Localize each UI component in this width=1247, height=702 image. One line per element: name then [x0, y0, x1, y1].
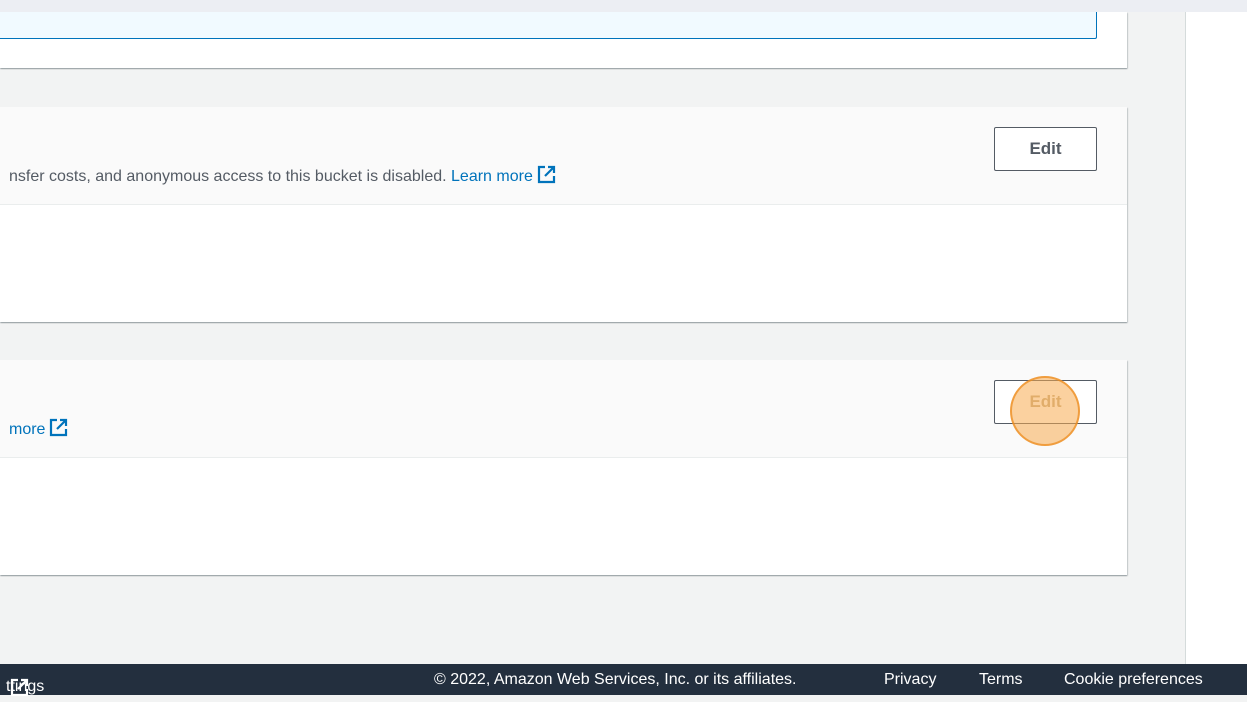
click-indicator [1010, 376, 1080, 449]
footer-cookie-preferences-link[interactable]: Cookie preferences [1064, 671, 1203, 689]
previous-section-card [0, 12, 1127, 68]
footer-copyright: © 2022, Amazon Web Services, Inc. or its… [434, 671, 797, 688]
section-header: nsfer costs, and anonymous access to thi… [0, 107, 1127, 205]
section-header: more Edit [0, 360, 1127, 458]
external-link-icon [537, 165, 556, 189]
right-side-panel [1185, 12, 1247, 664]
footer-privacy-link[interactable]: Privacy [884, 671, 936, 689]
external-link-icon [10, 678, 29, 702]
external-link-icon [49, 418, 68, 442]
footer-terms-link[interactable]: Terms [979, 671, 1023, 689]
section-description: nsfer costs, and anonymous access to thi… [9, 165, 556, 189]
click-highlight-circle [1010, 376, 1080, 446]
learn-more-link[interactable]: more [9, 418, 68, 438]
learn-more-link[interactable]: Learn more [451, 165, 556, 185]
learn-more-label: Learn more [451, 168, 533, 185]
requester-pays-section: nsfer costs, and anonymous access to thi… [0, 107, 1127, 322]
top-strip [0, 0, 1247, 12]
section-description-text: nsfer costs, and anonymous access to thi… [9, 168, 452, 185]
static-website-hosting-section: more Edit [0, 360, 1127, 575]
section-description: more [9, 418, 68, 442]
footer-bar: ttings © 2022, Amazon Web Services, Inc.… [0, 664, 1247, 697]
info-alert-box [0, 12, 1097, 39]
edit-button[interactable]: Edit [994, 127, 1097, 171]
learn-more-label: more [9, 421, 46, 438]
